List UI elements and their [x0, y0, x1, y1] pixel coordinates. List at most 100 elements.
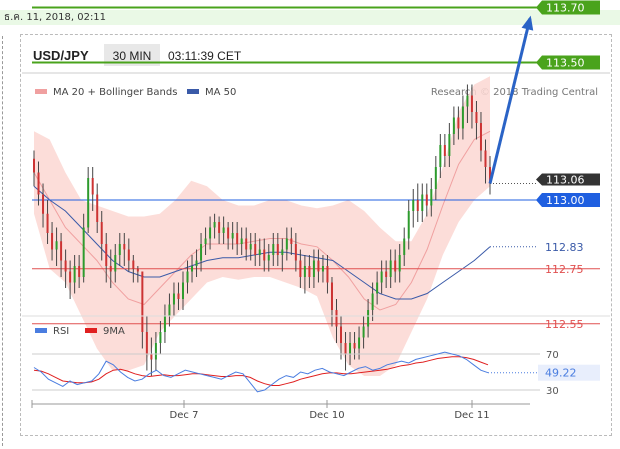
candle-body — [78, 266, 81, 277]
candle-body — [258, 249, 261, 255]
candle-body — [249, 244, 252, 250]
candle-body — [466, 95, 469, 107]
candle-body — [376, 282, 379, 294]
candle-body — [412, 200, 415, 211]
candle-body — [448, 134, 451, 156]
candle-body — [227, 227, 230, 239]
candle-body — [389, 260, 392, 277]
candle-body — [358, 337, 361, 349]
candle-body — [114, 255, 117, 272]
candle-body — [136, 268, 139, 272]
ma50-last-label: 112.83 — [545, 241, 584, 254]
candle-body — [109, 266, 112, 272]
forecast-arrow-head — [521, 15, 534, 31]
candle-body — [231, 233, 234, 239]
candle-body — [362, 326, 365, 338]
candle-body — [461, 106, 464, 129]
candle-body — [163, 315, 166, 332]
candle-body — [200, 244, 203, 261]
candle-body — [209, 227, 212, 239]
candle-body — [335, 310, 338, 327]
rsi-ma-legend-label: 9MA — [103, 326, 125, 337]
candle-body — [42, 194, 45, 214]
interval-label: 30 MIN — [113, 49, 152, 63]
candle-body — [46, 213, 49, 233]
rsi-last-label: 49.22 — [545, 367, 577, 380]
candle-body — [308, 266, 311, 277]
candle-body — [479, 123, 482, 151]
bb-legend-swatch — [35, 89, 47, 94]
candle-body — [100, 222, 103, 244]
level-label-113.50: 113.50 — [546, 57, 585, 70]
rsi-legend-label: RSI — [53, 326, 69, 337]
candle-body — [457, 117, 460, 129]
candle-body — [407, 211, 410, 239]
candle-body — [204, 238, 207, 244]
forecast-arrow-shaft — [488, 18, 532, 184]
candle-body — [416, 200, 419, 211]
rsi-legend-swatch — [35, 328, 47, 333]
candle-body — [353, 343, 356, 349]
candle-body — [470, 95, 473, 112]
candle-body — [33, 158, 35, 173]
candle-body — [475, 112, 478, 123]
candle-body — [380, 271, 383, 283]
candle-body — [236, 233, 239, 244]
ma50-legend-label: MA 50 — [205, 87, 236, 98]
candle-body — [294, 244, 297, 261]
ma50-legend-swatch — [187, 89, 199, 94]
candle-body — [330, 282, 333, 310]
candle-body — [168, 304, 171, 316]
candle-body — [118, 244, 121, 255]
candle-body — [349, 343, 352, 354]
candle-body — [222, 227, 225, 233]
rsi-level-label-70: 70 — [546, 350, 559, 361]
candle-body — [299, 260, 302, 277]
candle-body — [60, 241, 63, 261]
candle-body — [421, 194, 424, 211]
candle-body — [317, 260, 320, 272]
candle-body — [51, 233, 54, 250]
candle-body — [443, 145, 446, 156]
candle-body — [272, 244, 275, 255]
candle-body — [191, 266, 194, 272]
candle-body — [181, 282, 184, 299]
bb-legend-label: MA 20 + Bollinger Bands — [53, 87, 177, 98]
candle-body — [127, 249, 130, 261]
candle-body — [105, 244, 108, 266]
candle-body — [340, 326, 343, 343]
candle-body — [344, 343, 347, 354]
candle-body — [254, 244, 257, 255]
candle-body — [177, 293, 180, 299]
candle-body — [484, 150, 487, 167]
x-tick-label: Dec 11 — [454, 410, 489, 421]
candle-body — [213, 222, 216, 228]
candle-body — [150, 354, 153, 360]
candle-body — [290, 238, 293, 244]
candle-body — [55, 241, 58, 250]
candle-body — [398, 255, 401, 272]
candle-body — [87, 178, 90, 228]
candle-body — [82, 227, 85, 277]
candle-body — [394, 260, 397, 272]
x-tick-label: Dec 10 — [309, 410, 344, 421]
candle-body — [434, 167, 437, 189]
level-label-112.75: 112.75 — [545, 263, 584, 276]
candle-body — [145, 332, 148, 354]
rsi-ma-line — [33, 356, 489, 386]
candle-body — [281, 249, 284, 255]
level-label-112.55: 112.55 — [545, 318, 584, 331]
level-label-113.00: 113.00 — [546, 194, 585, 207]
candle-body — [385, 271, 388, 277]
candle-body — [159, 332, 162, 343]
candle-body — [91, 178, 94, 195]
level-label-113.70: 113.70 — [546, 2, 585, 15]
candle-body — [123, 244, 126, 250]
rsi-line — [33, 351, 489, 393]
candle-body — [186, 271, 189, 283]
candle-body — [240, 238, 243, 244]
chart-canvas: USD/JPY 30 MIN 03:11:39 CET MA 20 + Boll… — [22, 0, 610, 421]
candle-body — [263, 249, 266, 261]
time-label: 03:11:39 CET — [168, 49, 242, 63]
candle-body — [172, 293, 175, 305]
